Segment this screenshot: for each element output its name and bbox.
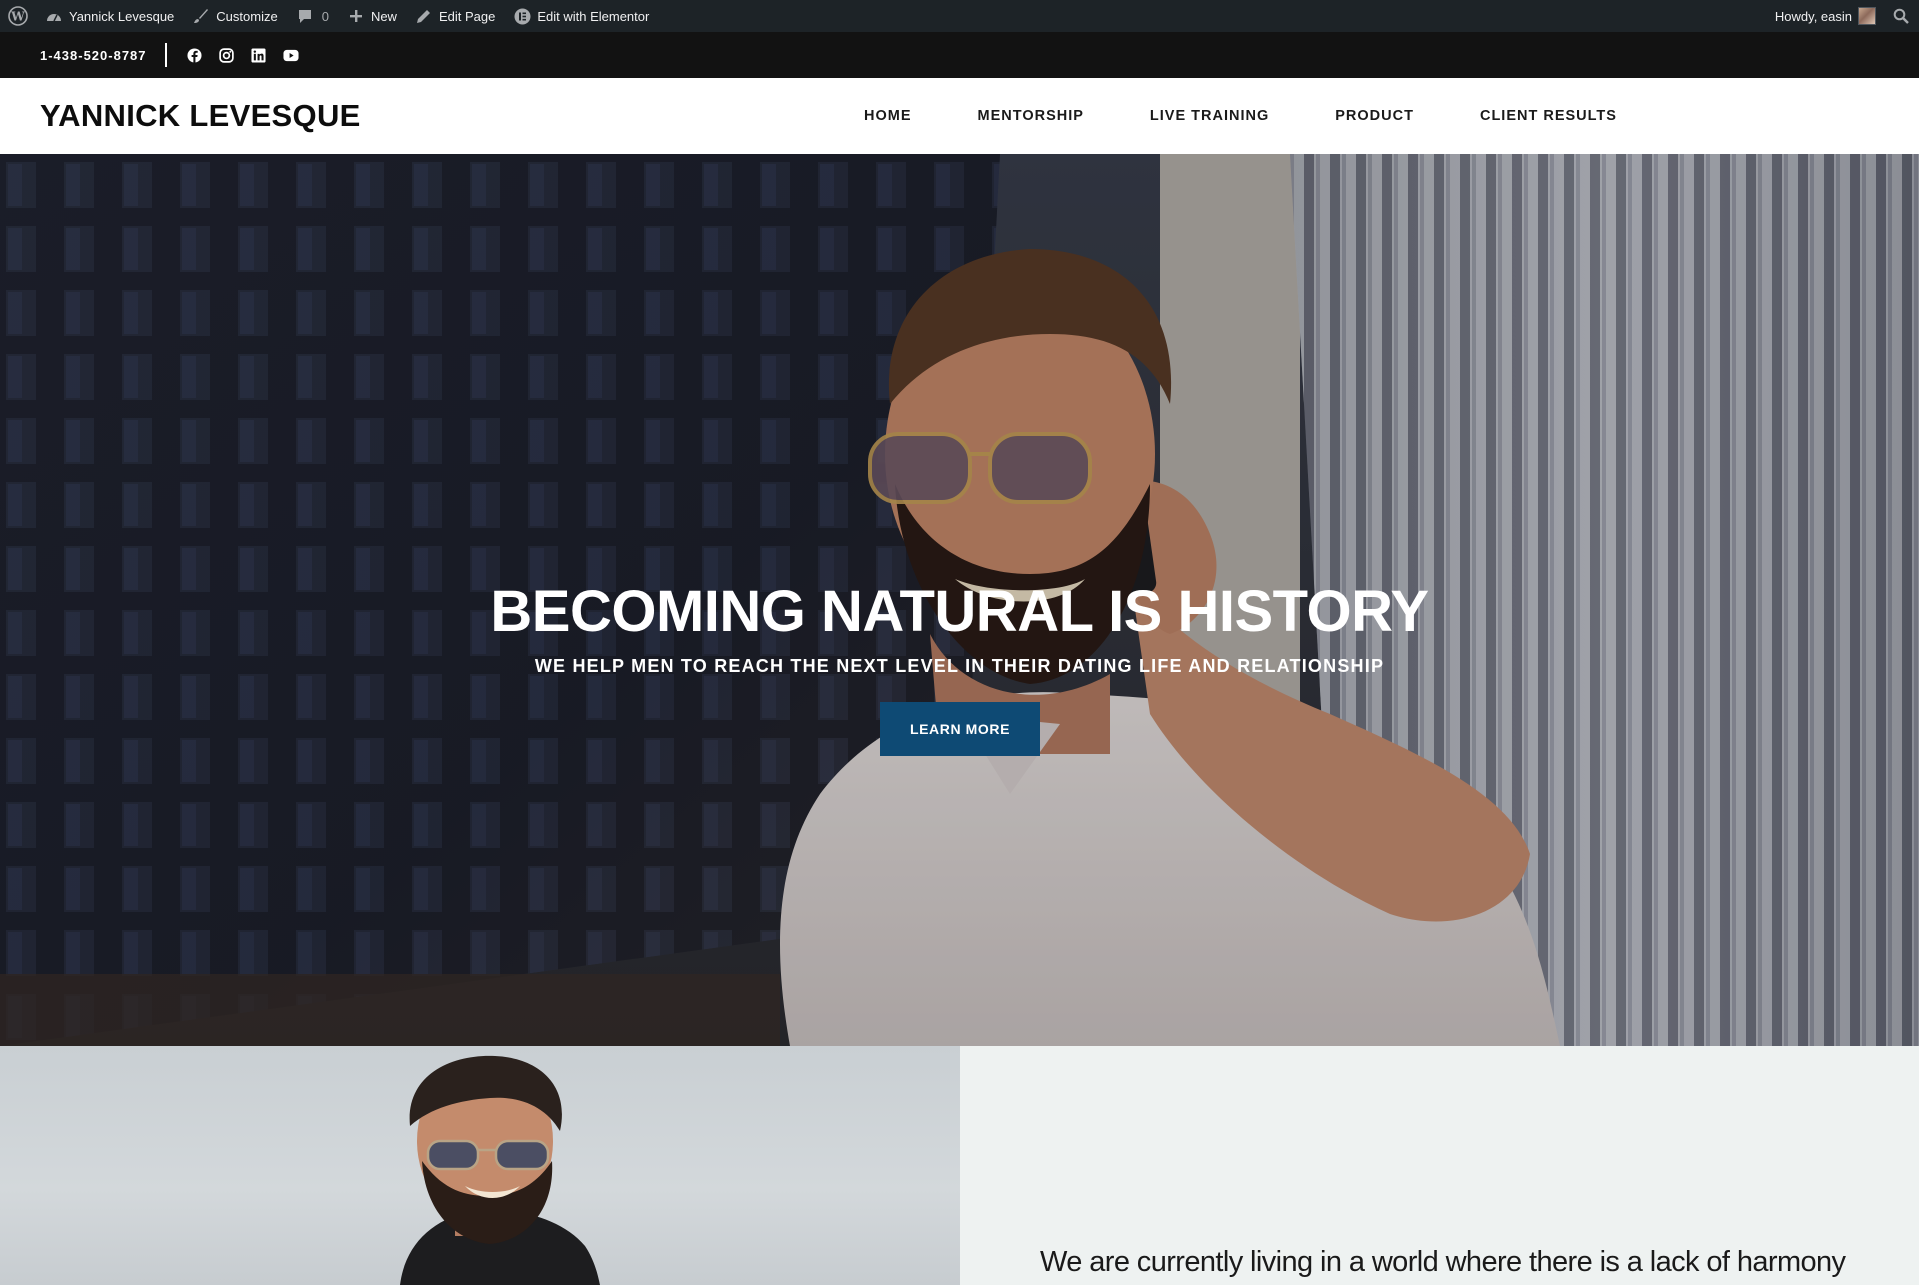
admin-site-name-label: Yannick Levesque bbox=[69, 8, 175, 24]
site-header: YANNICK LEVESQUE HOME MENTORSHIP LIVE TR… bbox=[0, 78, 1919, 154]
hero-title: BECOMING NATURAL IS HISTORY bbox=[490, 579, 1429, 644]
admin-new-label: New bbox=[370, 8, 397, 24]
facebook-icon[interactable] bbox=[187, 47, 203, 63]
hero-section: BECOMING NATURAL IS HISTORY WE HELP MEN … bbox=[0, 154, 1919, 1046]
about-photo-image bbox=[400, 1055, 600, 1285]
admin-site-name[interactable]: Yannick Levesque bbox=[36, 0, 183, 32]
wp-admin-bar: W Yannick Levesque Customize 0 New Edit … bbox=[0, 0, 1919, 32]
nav-item-home[interactable]: HOME bbox=[864, 108, 912, 124]
admin-greeting: Howdy, easin bbox=[1774, 8, 1852, 24]
linkedin-icon[interactable] bbox=[251, 47, 267, 63]
dashboard-icon bbox=[45, 7, 63, 25]
social-links bbox=[187, 47, 299, 63]
admin-edit-elementor[interactable]: Edit with Elementor bbox=[504, 0, 658, 32]
svg-text:W: W bbox=[10, 10, 25, 24]
admin-edit-page-label: Edit Page bbox=[438, 8, 496, 24]
nav-item-mentorship[interactable]: MENTORSHIP bbox=[978, 108, 1084, 124]
pencil-icon bbox=[415, 7, 433, 25]
admin-edit-page[interactable]: Edit Page bbox=[406, 0, 504, 32]
comment-icon bbox=[296, 7, 314, 25]
hero-subtitle: WE HELP MEN TO REACH THE NEXT LEVEL IN T… bbox=[534, 656, 1385, 676]
about-section: We are currently living in a world where… bbox=[0, 1046, 1919, 1285]
nav-item-live-training[interactable]: LIVE TRAINING bbox=[1150, 108, 1269, 124]
admin-customize[interactable]: Customize bbox=[183, 0, 286, 32]
plus-icon bbox=[347, 7, 365, 25]
about-photo bbox=[0, 1046, 960, 1285]
about-lead-text: We are currently living in a world where… bbox=[1040, 1246, 1846, 1278]
youtube-icon[interactable] bbox=[283, 47, 299, 63]
elementor-icon bbox=[513, 7, 531, 25]
top-contact-bar: 1-438-520-8787 bbox=[0, 32, 1919, 78]
nav-item-product[interactable]: PRODUCT bbox=[1335, 108, 1414, 124]
brush-icon bbox=[192, 7, 210, 25]
avatar bbox=[1858, 7, 1876, 25]
admin-comments[interactable]: 0 bbox=[287, 0, 338, 32]
instagram-icon[interactable] bbox=[219, 47, 235, 63]
about-text-column: We are currently living in a world where… bbox=[960, 1046, 1919, 1285]
admin-customize-label: Customize bbox=[216, 8, 278, 24]
comment-count: 0 bbox=[321, 8, 329, 24]
nav-item-client-results[interactable]: CLIENT RESULTS bbox=[1480, 108, 1617, 124]
wordpress-logo-icon[interactable]: W bbox=[0, 0, 36, 32]
admin-search-icon[interactable] bbox=[1885, 0, 1919, 32]
site-logo[interactable]: YANNICK LEVESQUE bbox=[40, 98, 361, 134]
learn-more-button[interactable]: LEARN MORE bbox=[880, 702, 1040, 756]
divider bbox=[164, 43, 167, 67]
admin-account[interactable]: Howdy, easin bbox=[1766, 0, 1885, 32]
main-nav: HOME MENTORSHIP LIVE TRAINING PRODUCT CL… bbox=[864, 78, 1683, 154]
admin-new[interactable]: New bbox=[338, 0, 406, 32]
phone-number[interactable]: 1-438-520-8787 bbox=[40, 48, 147, 63]
admin-edit-elementor-label: Edit with Elementor bbox=[537, 8, 650, 24]
